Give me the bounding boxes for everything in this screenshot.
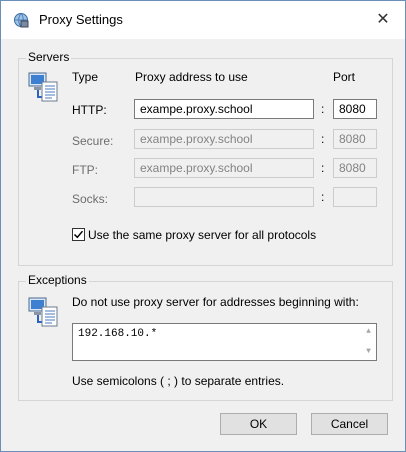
exceptions-textarea[interactable]: 192.168.10.* ▲ ▼ [72,323,377,361]
ftp-port-field[interactable]: 8080 [333,158,377,178]
window-title: Proxy Settings [39,12,123,27]
ok-button[interactable]: OK [220,413,297,435]
http-address-field[interactable]: exampe.proxy.school [134,99,314,119]
socks-label: Socks: [72,192,109,206]
close-icon[interactable]: ✕ [371,9,395,31]
address-column-header: Proxy address to use [135,70,248,84]
title-bar: Proxy Settings ✕ [1,1,405,39]
secure-label: Secure: [72,134,114,148]
scroll-down-icon[interactable]: ▼ [361,346,376,358]
secure-separator: : [321,132,325,146]
computer-document-icon [28,70,62,104]
servers-group-label: Servers [26,50,72,64]
exceptions-scrollbar[interactable]: ▲ ▼ [361,324,376,360]
exceptions-value: 192.168.10.* [78,328,158,340]
checkmark-icon [73,230,84,239]
exceptions-hint: Use semicolons ( ; ) to separate entries… [72,374,285,388]
computer-document-icon [28,295,62,329]
proxy-settings-dialog: Proxy Settings ✕ Servers Type Proxy addr… [0,0,406,452]
exceptions-description: Do not use proxy server for addresses be… [72,295,359,309]
cancel-button[interactable]: Cancel [311,413,388,435]
same-proxy-checkbox[interactable] [72,228,85,241]
scroll-up-icon[interactable]: ▲ [361,326,376,338]
http-separator: : [321,102,325,116]
exceptions-group-label: Exceptions [26,273,89,287]
ftp-label: FTP: [72,163,98,177]
ftp-separator: : [321,161,325,175]
http-label: HTTP: [72,103,107,117]
http-port-field[interactable]: 8080 [333,99,377,119]
socks-address-field[interactable] [134,187,314,207]
ftp-address-field[interactable]: exampe.proxy.school [134,158,314,178]
socks-port-field[interactable] [333,187,377,207]
socks-separator: : [321,190,325,204]
type-column-header: Type [72,70,99,84]
secure-port-field[interactable]: 8080 [333,129,377,149]
proxy-settings-icon [13,12,29,28]
port-column-header: Port [333,70,356,84]
secure-address-field[interactable]: exampe.proxy.school [134,129,314,149]
same-proxy-label[interactable]: Use the same proxy server for all protoc… [88,228,316,242]
